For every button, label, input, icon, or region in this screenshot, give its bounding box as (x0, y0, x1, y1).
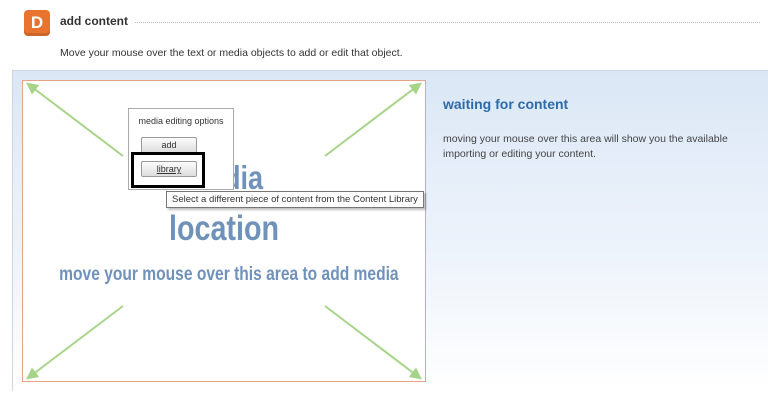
library-tooltip: Select a different piece of content from… (166, 191, 424, 208)
title-divider (60, 22, 760, 23)
waiting-description: moving your mouse over this area will sh… (443, 132, 768, 162)
media-hint-text: move your mouse over this area to add me… (59, 264, 399, 285)
waiting-line-1: moving your mouse over this area will sh… (443, 133, 728, 145)
waiting-line-2: importing or editing your content. (443, 148, 596, 160)
options-title: media editing options (138, 116, 224, 126)
location-placeholder-word: location (168, 209, 280, 248)
add-button[interactable]: add (141, 137, 197, 153)
instruction-text: Move your mouse over the text or media o… (60, 47, 403, 59)
library-highlight-frame (131, 152, 205, 188)
waiting-title: waiting for content (443, 96, 569, 112)
section-title: add content (60, 14, 134, 28)
step-badge: D (24, 10, 50, 36)
